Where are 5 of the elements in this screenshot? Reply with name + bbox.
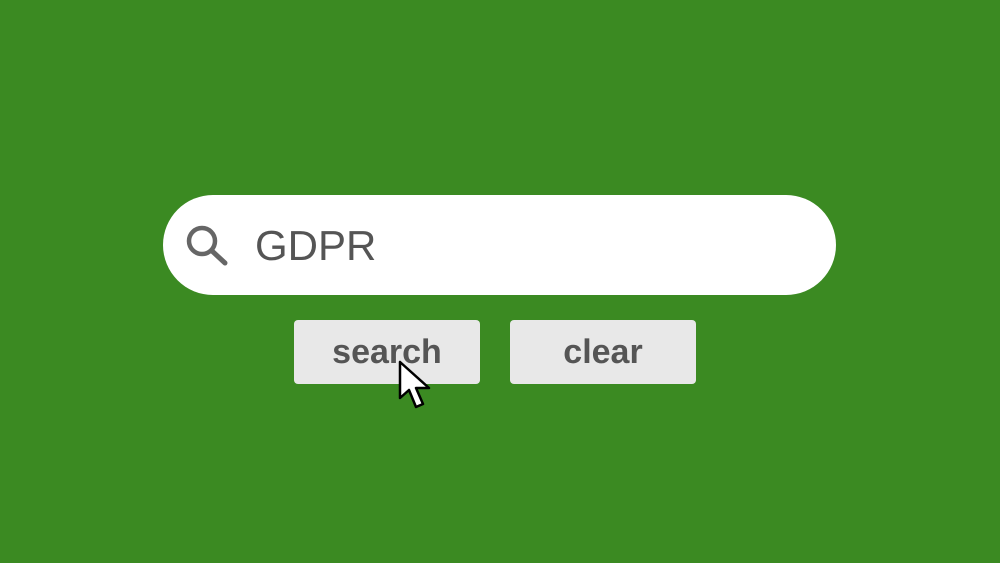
action-button[interactable]: clear (510, 320, 696, 384)
search-icon (185, 224, 229, 266)
search-input[interactable]: GDPR (255, 214, 755, 276)
action-button[interactable]: search (294, 320, 480, 384)
search-field[interactable]: GDPR (163, 195, 836, 295)
